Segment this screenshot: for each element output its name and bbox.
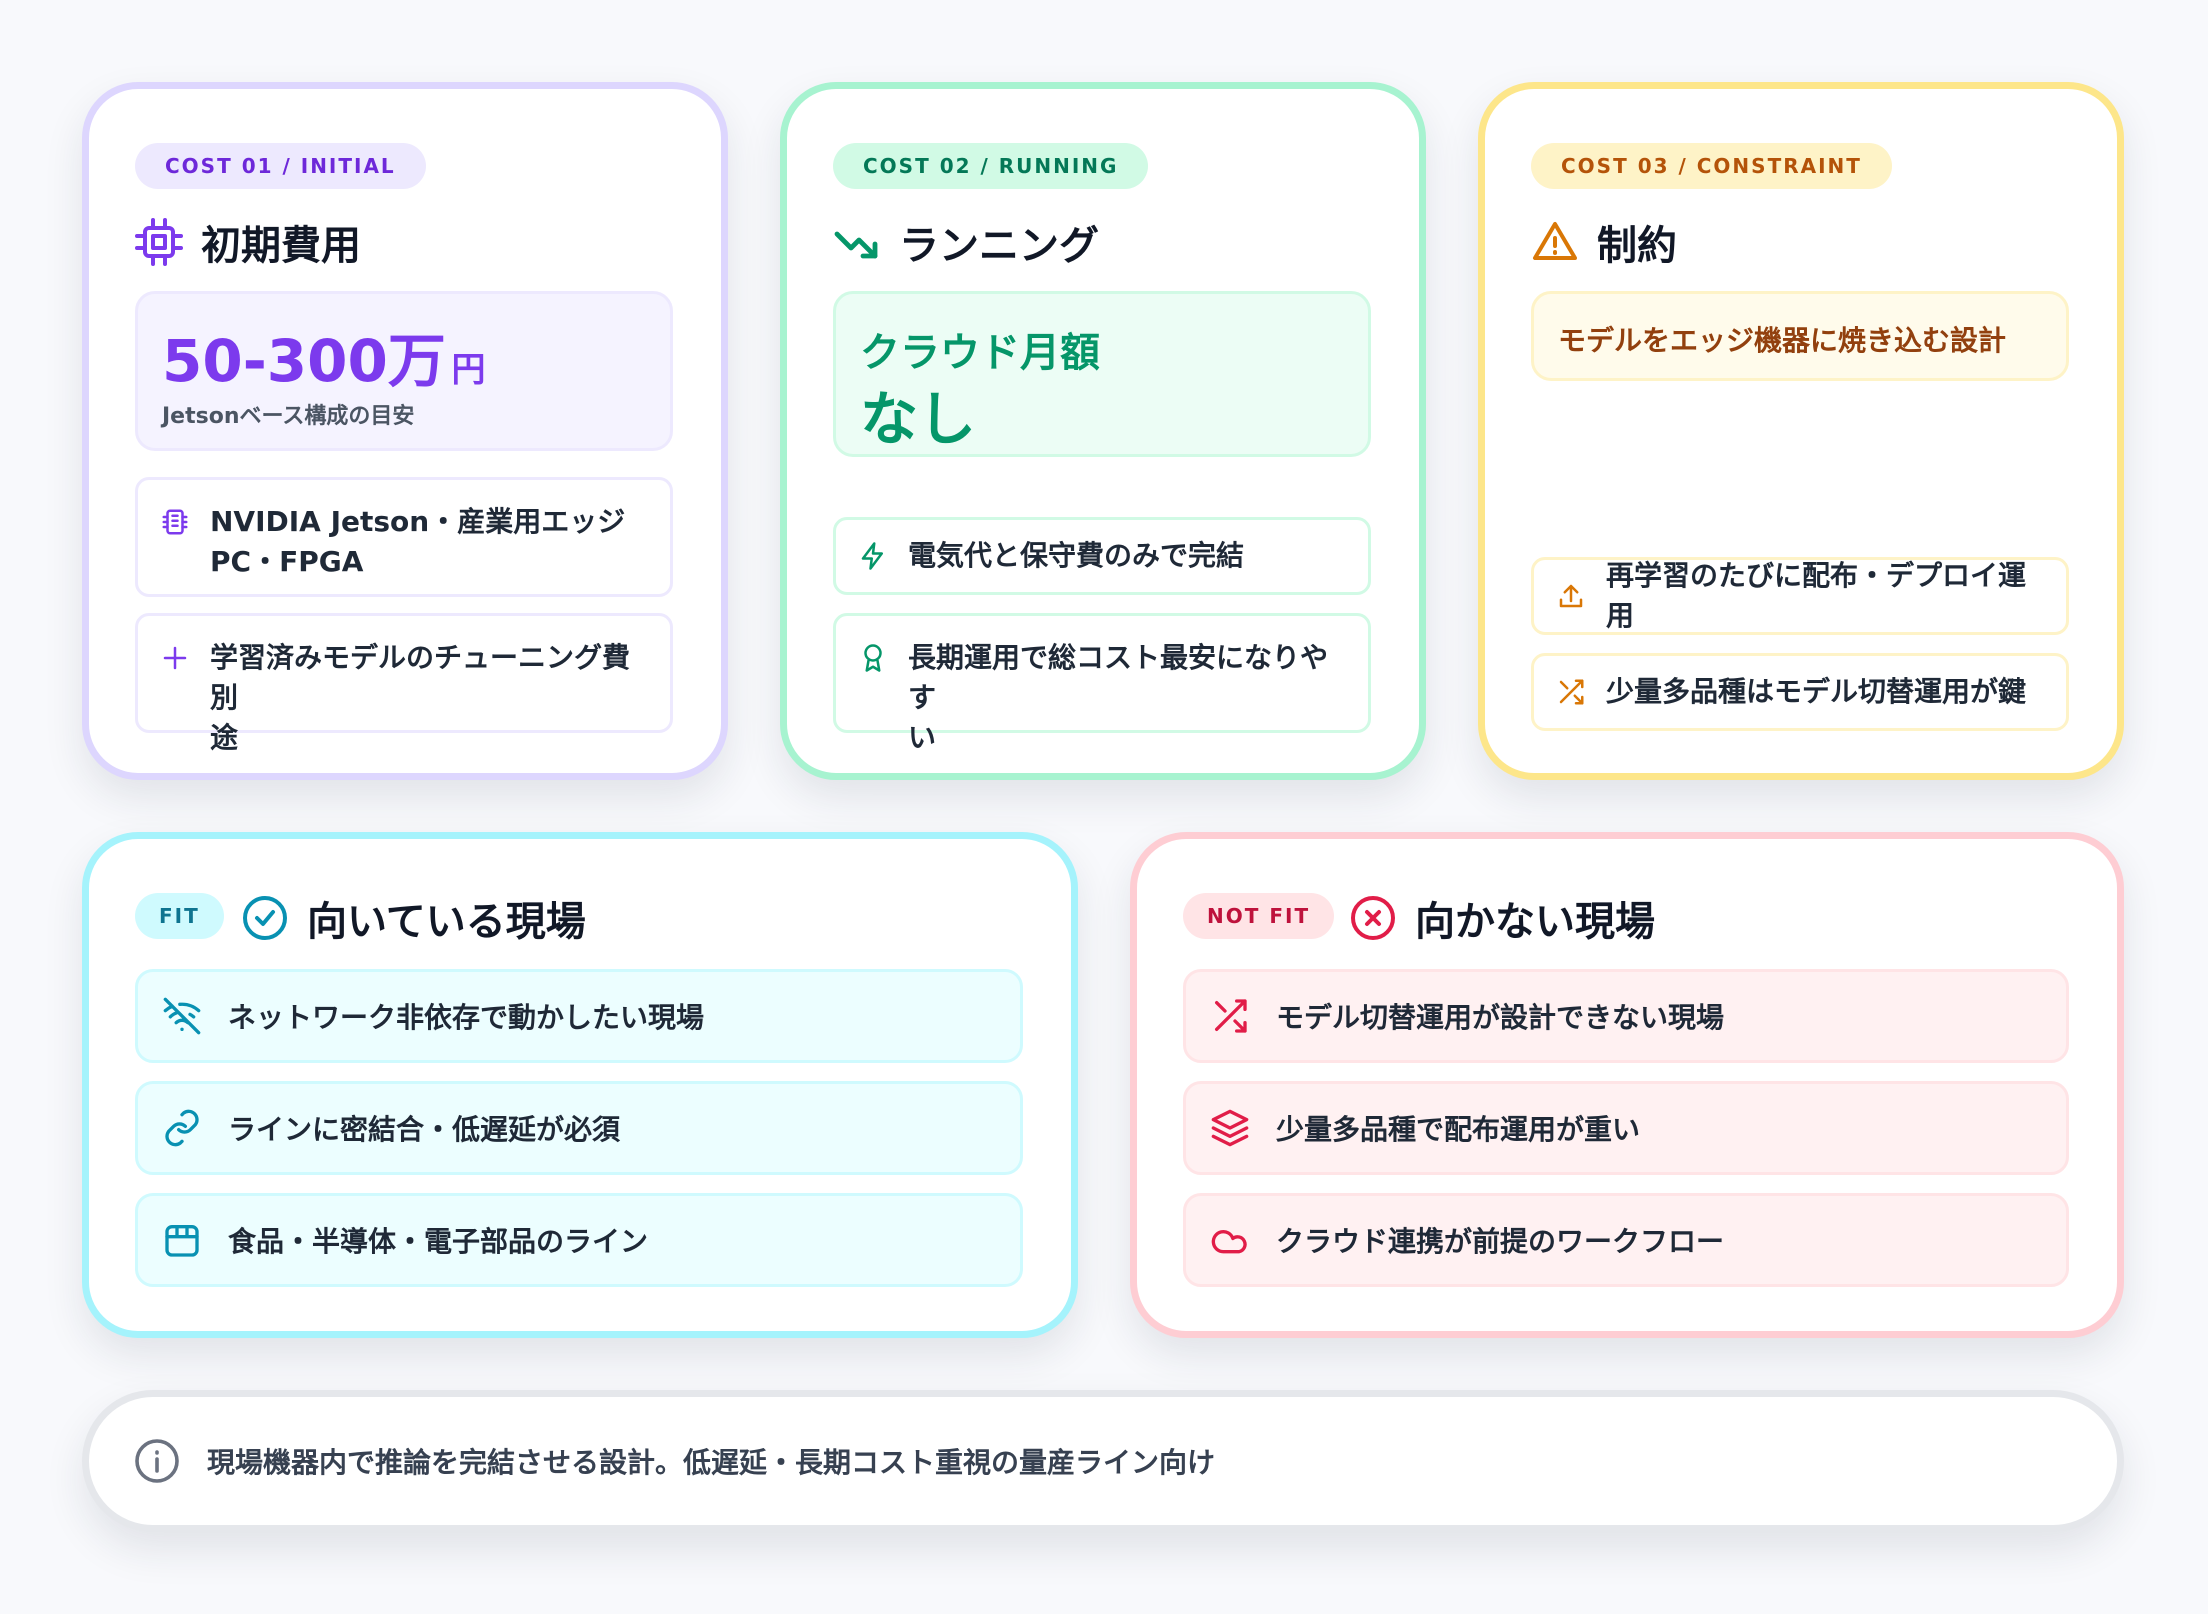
running-tag: COST 02 / RUNNING [833,143,1149,189]
upload-icon [1556,581,1586,611]
notfit-row-cloud-label: クラウド連携が前提のワークフロー [1276,1225,1725,1258]
shuffle-icon [1210,996,1250,1036]
footer-note-text: 現場機器内で推論を完結させる設計。低遅延・長期コスト重視の量産ライン向け [207,1446,1216,1479]
fit-card: FIT 向いている現場 ネットワーク非依存で動かしたい現場 ラインに密結合・低遅… [82,832,1078,1338]
constraint-tag: COST 03 / CONSTRAINT [1531,143,1892,189]
constraint-title: 制約 [1597,223,1677,269]
constraint-highlight: モデルをエッジ機器に焼き込む設計 [1558,324,2007,357]
constraint-highlight-box: モデルをエッジ機器に焼き込む設計 [1531,291,2069,381]
running-item-longterm: 長期運用で総コスト最安になりやす い [833,613,1371,754]
fit-title-row: 向いている現場 [241,889,586,947]
link-icon [162,1108,202,1148]
notfit-card: NOT FIT 向かない現場 モデル切替運用が設計できない現場 少量多品種で配布… [1130,832,2124,1338]
constraint-item-switch: 少量多品種はモデル切替運用が鍵 [1531,653,2069,731]
running-cost-card: COST 02 / RUNNING ランニング クラウド月額 なし 電気代と保守… [780,82,1426,780]
info-icon [133,1437,181,1485]
initial-title: 初期費用 [201,223,361,269]
running-title: ランニング [899,223,1099,269]
notfit-row-variety: 少量多品種で配布運用が重い [1183,1081,2069,1175]
fit-title: 向いている現場 [307,899,586,945]
running-item-power: 電気代と保守費のみで完結 [833,517,1371,595]
check-circle-icon [241,894,289,942]
initial-tag: COST 01 / INITIAL [135,143,426,189]
warning-icon [1531,218,1579,266]
initial-price-note: Jetsonベース構成の目安 [162,404,415,429]
fit-row-network-label: ネットワーク非依存で動かしたい現場 [228,1001,705,1034]
fit-row-latency: ラインに密結合・低遅延が必須 [135,1081,1023,1175]
fit-row-latency-label: ラインに密結合・低遅延が必須 [228,1113,621,1146]
constraint-item-deploy-label: 再学習のたびに配布・デプロイ運用 [1606,559,2027,632]
initial-title-row: 初期費用 [135,213,361,271]
plus-icon [160,643,190,673]
shuffle-icon [1556,677,1586,707]
notfit-tag: NOT FIT [1183,893,1335,939]
initial-item-hardware-line1: NVIDIA Jetson・産業用エッジ [210,505,626,538]
footer-note: 現場機器内で推論を完結させる設計。低遅延・長期コスト重視の量産ライン向け [82,1390,2124,1532]
running-highlight-line2: なし [860,385,977,453]
wifi-off-icon [162,996,202,1036]
initial-item-tuning-line1: 学習済みモデルのチューニング費別 [210,641,631,714]
initial-item-tuning: 学習済みモデルのチューニング費別 途 [135,613,673,754]
x-circle-icon [1349,894,1397,942]
initial-price-box: 50-300万 円 Jetsonベース構成の目安 [135,291,673,451]
constraint-title-row: 制約 [1531,213,1677,271]
constraint-card: COST 03 / CONSTRAINT 制約 モデルをエッジ機器に焼き込む設計… [1478,82,2124,780]
running-highlight-line1: クラウド月額 [860,330,1100,376]
running-item-longterm-line2: い [908,721,937,754]
award-icon [858,643,888,673]
notfit-title: 向かない現場 [1415,899,1655,945]
initial-item-tuning-line2: 途 [210,721,239,754]
initial-item-hardware: NVIDIA Jetson・産業用エッジ PC・FPGA [135,477,673,597]
initial-item-hardware-line2: PC・FPGA [210,545,364,578]
box-icon [162,1220,202,1260]
notfit-row-cloud: クラウド連携が前提のワークフロー [1183,1193,2069,1287]
notfit-title-row: 向かない現場 [1349,889,1655,947]
fit-row-network: ネットワーク非依存で動かしたい現場 [135,969,1023,1063]
trend-down-icon [833,218,881,266]
running-highlight-box: クラウド月額 なし [833,291,1371,457]
cpu-icon [160,507,190,537]
initial-price-unit: 円 [451,350,486,390]
layers-icon [1210,1108,1250,1148]
fit-tag: FIT [135,893,224,939]
running-title-row: ランニング [833,213,1099,271]
initial-cost-card: COST 01 / INITIAL 初期費用 50-300万 円 Jetsonベ… [82,82,728,780]
running-item-longterm-line1: 長期運用で総コスト最安になりやす [908,641,1329,714]
chip-icon [135,218,183,266]
cloud-icon [1210,1220,1250,1260]
constraint-item-deploy: 再学習のたびに配布・デプロイ運用 [1531,557,2069,635]
notfit-row-variety-label: 少量多品種で配布運用が重い [1276,1113,1641,1146]
running-item-power-label: 電気代と保守費のみで完結 [908,539,1245,572]
fit-row-line: 食品・半導体・電子部品のライン [135,1193,1023,1287]
fit-row-line-label: 食品・半導体・電子部品のライン [228,1225,649,1258]
notfit-row-switch-label: モデル切替運用が設計できない現場 [1276,1001,1725,1034]
notfit-row-switch: モデル切替運用が設計できない現場 [1183,969,2069,1063]
constraint-item-switch-label: 少量多品種はモデル切替運用が鍵 [1606,675,2027,708]
initial-price: 50-300万 [162,327,446,395]
lightning-icon [858,541,888,571]
